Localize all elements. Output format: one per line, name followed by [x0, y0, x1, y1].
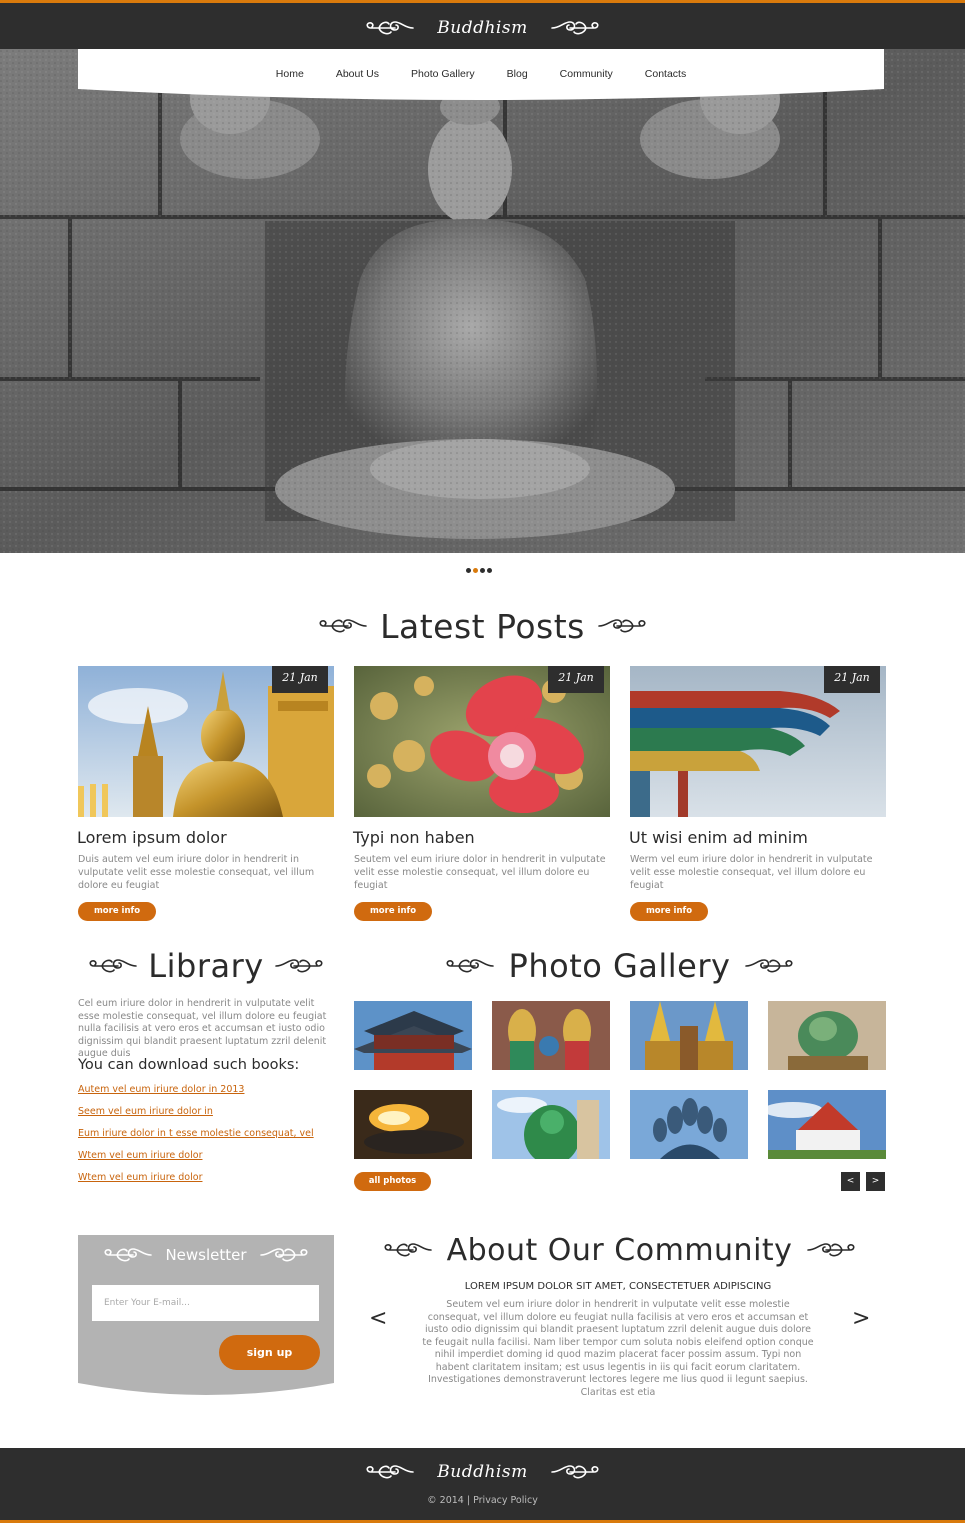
community-subtitle: LOREM IPSUM DOLOR SIT AMET, CONSECTETUER… [464, 1281, 772, 1292]
library-link[interactable]: Autem vel eum iriure dolor in 2013 [78, 1083, 334, 1105]
right-swirl-icon [597, 616, 647, 636]
gallery-thumb[interactable] [768, 1090, 886, 1159]
naga-statue-image [630, 1090, 748, 1159]
candle-flame-image [354, 1090, 472, 1159]
footer: Buddhism © 2014 | Privacy Policy [0, 1448, 965, 1523]
gallery-thumb[interactable] [630, 1090, 748, 1159]
newsletter-heading: Newsletter [78, 1245, 334, 1265]
latest-posts-title: Latest Posts [380, 606, 585, 646]
library-link[interactable]: Wtem vel eum iriure dolor [78, 1149, 334, 1171]
library-description: Cel eum iriure dolor in hendrerit in vul… [78, 998, 327, 1059]
community-prev-arrow[interactable]: < [369, 1306, 387, 1331]
email-input[interactable]: Enter Your E-mail... [92, 1285, 319, 1321]
top-bar: Buddhism [0, 0, 965, 49]
slider-dot[interactable] [466, 568, 471, 573]
nav-photo-gallery[interactable]: Photo Gallery [411, 68, 475, 80]
left-swirl-icon [103, 1245, 153, 1265]
post-title[interactable]: Lorem ipsum dolor [77, 828, 334, 847]
post-card: 21 Jan Typi non haben Seutem vel eum iri… [353, 666, 610, 921]
gallery-thumb[interactable] [354, 1090, 472, 1159]
post-card: 21 Jan Lorem ipsum dolor Duis autem vel … [77, 666, 334, 921]
footer-logo[interactable]: Buddhism [0, 1462, 965, 1482]
newsletter-title: Newsletter [165, 1246, 247, 1264]
left-swirl-icon [365, 18, 415, 38]
buddha-relief-image [0, 49, 965, 553]
gallery-thumb[interactable] [630, 1001, 748, 1070]
temple-figures-image [492, 1001, 610, 1070]
photo-gallery-heading: Photo Gallery [354, 944, 885, 988]
library-links: Autem vel eum iriure dolor in 2013 Seem … [78, 1083, 334, 1193]
community-heading: About Our Community [354, 1227, 885, 1273]
slider-dot[interactable] [487, 568, 492, 573]
latest-posts-heading: Latest Posts [0, 604, 965, 648]
green-lion-statue-image [768, 1001, 886, 1070]
right-swirl-icon [806, 1240, 856, 1260]
post-date-badge: 21 Jan [548, 666, 604, 693]
footer-logo-text: Buddhism [437, 1462, 528, 1482]
post-excerpt: Werm vel eum iriure dolor in hendrerit i… [630, 854, 873, 891]
green-guardian-image [492, 1090, 610, 1159]
gallery-thumb[interactable] [354, 1001, 472, 1070]
site-logo[interactable]: Buddhism [0, 3, 965, 52]
gallery-thumb[interactable] [768, 1001, 886, 1070]
right-swirl-icon [744, 956, 794, 976]
post-title[interactable]: Ut wisi enim ad minim [629, 828, 886, 847]
nav-home[interactable]: Home [276, 68, 304, 80]
more-info-button[interactable]: more info [630, 902, 708, 921]
main-nav: Home About Us Photo Gallery Blog Communi… [78, 49, 884, 101]
post-date-badge: 21 Jan [824, 666, 880, 693]
more-info-button[interactable]: more info [354, 902, 432, 921]
gallery-prev-button[interactable]: < [841, 1172, 860, 1191]
more-info-button[interactable]: more info [78, 902, 156, 921]
library-link[interactable]: Wtem vel eum iriure dolor [78, 1171, 334, 1193]
post-image[interactable]: 21 Jan [630, 666, 886, 817]
community-next-arrow[interactable]: > [852, 1306, 870, 1331]
nav-blog[interactable]: Blog [507, 68, 528, 80]
pagoda-image [354, 1001, 472, 1070]
nav-about-us[interactable]: About Us [336, 68, 379, 80]
nav-contacts[interactable]: Contacts [645, 68, 686, 80]
left-swirl-icon [383, 1240, 433, 1260]
post-image[interactable]: 21 Jan [354, 666, 610, 817]
library-title: Library [148, 947, 264, 985]
left-swirl-icon [445, 956, 495, 976]
gallery-next-button[interactable]: > [866, 1172, 885, 1191]
library-subtitle: You can download such books: [78, 1057, 300, 1073]
right-swirl-icon [274, 956, 324, 976]
slider-dot[interactable] [480, 568, 485, 573]
hero-image [0, 49, 965, 553]
right-swirl-icon [550, 18, 600, 38]
right-swirl-icon [259, 1245, 309, 1265]
gallery-thumb[interactable] [492, 1090, 610, 1159]
white-temple-image [768, 1090, 886, 1159]
left-swirl-icon [318, 616, 368, 636]
logo-text: Buddhism [437, 17, 528, 38]
slider-dot-active[interactable] [473, 568, 478, 573]
left-swirl-icon [88, 956, 138, 976]
post-card: 21 Jan Ut wisi enim ad minim Werm vel eu… [629, 666, 886, 921]
left-swirl-icon [365, 1462, 415, 1482]
right-swirl-icon [550, 1462, 600, 1482]
photo-gallery-title: Photo Gallery [508, 947, 731, 985]
all-photos-button[interactable]: all photos [354, 1172, 431, 1191]
community-title: About Our Community [446, 1232, 793, 1268]
library-link[interactable]: Seem vel eum iriure dolor in [78, 1105, 334, 1127]
post-date-badge: 21 Jan [272, 666, 328, 693]
community-text: Seutem vel eum iriure dolor in hendrerit… [422, 1299, 814, 1398]
post-excerpt: Seutem vel eum iriure dolor in hendrerit… [354, 854, 606, 891]
library-heading: Library [78, 944, 334, 988]
footer-copyright[interactable]: © 2014 | Privacy Policy [0, 1495, 965, 1506]
post-excerpt: Duis autem vel eum iriure dolor in hendr… [78, 854, 315, 891]
slider-pagination [466, 568, 492, 573]
gallery-thumb[interactable] [492, 1001, 610, 1070]
sign-up-button[interactable]: sign up [219, 1335, 320, 1370]
golden-statues-image [630, 1001, 748, 1070]
newsletter-box: Newsletter Enter Your E-mail... sign up [78, 1235, 334, 1395]
post-title[interactable]: Typi non haben [353, 828, 610, 847]
nav-community[interactable]: Community [560, 68, 613, 80]
library-link[interactable]: Eum iriure dolor in t esse molestie cons… [78, 1127, 334, 1149]
post-image[interactable]: 21 Jan [78, 666, 334, 817]
